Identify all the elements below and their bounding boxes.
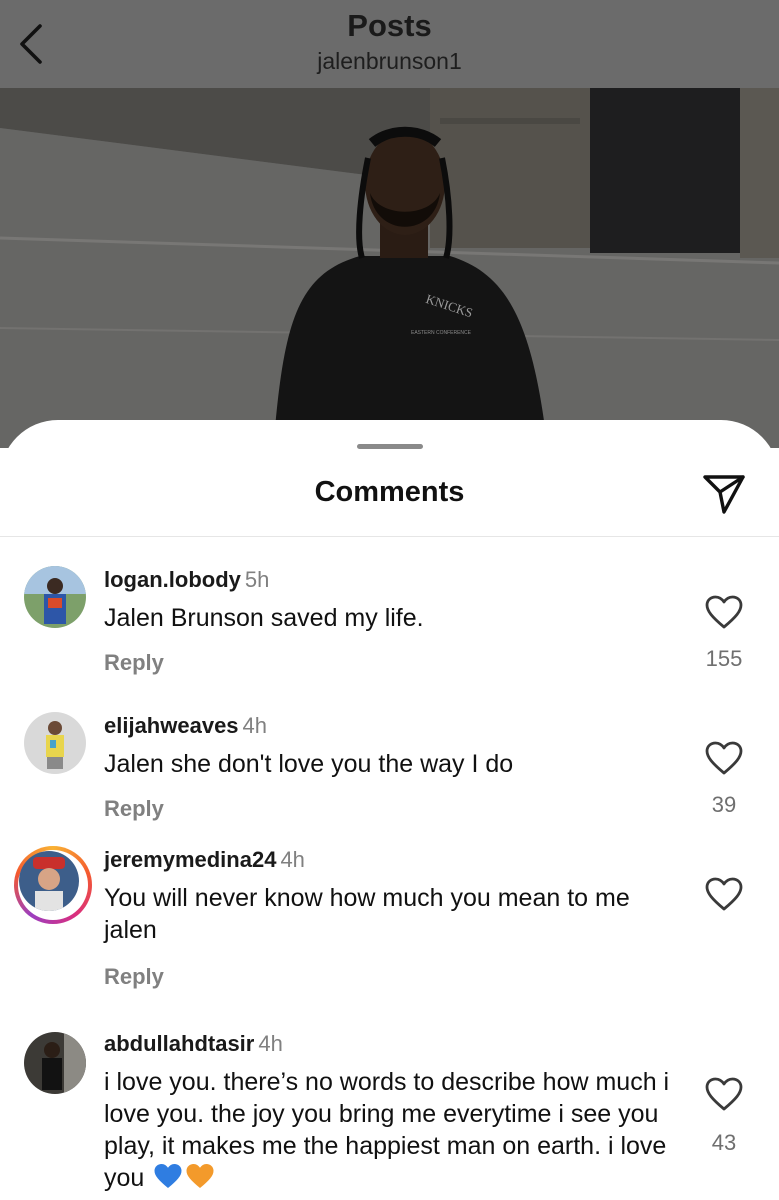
blue-heart-icon xyxy=(153,1162,183,1198)
orange-heart-icon xyxy=(185,1162,215,1198)
comment-time: 4h xyxy=(258,1031,283,1056)
comment-meta: logan.lobody 5h xyxy=(104,566,269,594)
heart-outline-icon xyxy=(705,1077,743,1111)
like-count: 43 xyxy=(711,1130,737,1155)
avatar[interactable] xyxy=(24,1032,86,1094)
reply-button[interactable]: Reply xyxy=(104,796,164,822)
comment-time: 4h xyxy=(280,847,305,872)
comment-text: i love you. there’s no words to describe… xyxy=(104,1066,674,1198)
comment-text: Jalen she don't love you the way I do xyxy=(104,750,514,778)
heart-outline-icon xyxy=(705,595,743,629)
heart-outline-icon xyxy=(705,877,743,911)
comment-username[interactable]: jeremymedina24 xyxy=(104,847,276,872)
comment-text: Jalen Brunson saved my life. xyxy=(104,604,424,632)
page-title: Posts xyxy=(347,8,432,43)
shirt-sub-text: EASTERN CONFERENCE xyxy=(411,330,472,336)
drag-handle[interactable] xyxy=(357,444,423,449)
comment-text: You will never know how much you mean to… xyxy=(104,884,630,944)
post-photo[interactable]: KNICKS EASTERN CONFERENCE xyxy=(0,88,779,448)
comment-username[interactable]: abdullahdtasir xyxy=(104,1031,254,1056)
share-button[interactable] xyxy=(700,470,748,516)
comment-username[interactable]: logan.lobody xyxy=(104,567,241,592)
like-button[interactable] xyxy=(704,1076,744,1112)
like-count: 155 xyxy=(705,646,743,671)
comment-meta: abdullahdtasir 4h xyxy=(104,1030,283,1058)
avatar[interactable] xyxy=(24,566,86,628)
story-ring-avatar[interactable] xyxy=(14,846,92,924)
comments-title: Comments xyxy=(314,476,465,508)
top-bar: Posts jalenbrunson1 xyxy=(0,0,779,88)
avatar xyxy=(19,851,79,911)
comment-meta: jeremymedina24 4h xyxy=(104,846,305,874)
like-button[interactable] xyxy=(704,594,744,630)
comment-time: 4h xyxy=(242,713,268,738)
comments-sheet: Comments logan.lobody 5h Jalen Brunson sa… xyxy=(0,420,779,1200)
reply-button[interactable]: Reply xyxy=(104,964,164,990)
reply-button[interactable]: Reply xyxy=(104,650,164,676)
account-username[interactable]: jalenbrunson1 xyxy=(0,48,779,75)
like-button[interactable] xyxy=(704,876,744,912)
like-count: 39 xyxy=(711,792,737,817)
like-button[interactable] xyxy=(704,740,744,776)
comment-username[interactable]: elijahweaves xyxy=(104,713,239,738)
comment-meta: elijahweaves 4h xyxy=(104,712,267,740)
comment-time: 5h xyxy=(244,567,270,592)
header-divider xyxy=(0,536,779,537)
avatar[interactable] xyxy=(24,712,86,774)
heart-outline-icon xyxy=(705,741,743,775)
send-icon xyxy=(703,475,745,514)
